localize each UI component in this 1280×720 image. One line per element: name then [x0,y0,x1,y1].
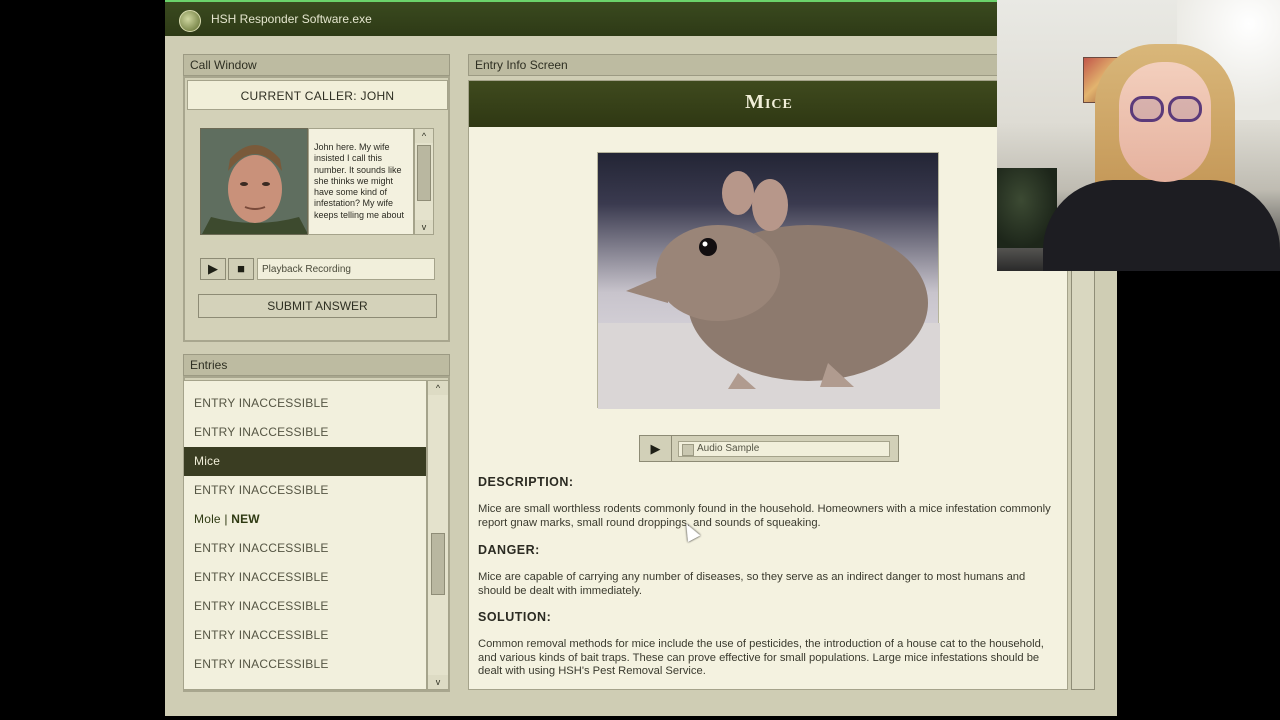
scroll-up-button[interactable]: ^ [415,129,433,143]
list-item[interactable]: ENTRY INACCESSIBLE [184,621,426,650]
new-badge: NEW [231,512,260,526]
list-item[interactable]: ENTRY INACCESSIBLE [184,418,426,447]
window-title: HSH Responder Software.exe [211,12,372,26]
transcript-scroll-thumb[interactable] [417,145,431,201]
list-item[interactable]: ENTRY INACCESSIBLE [184,563,426,592]
entries-list: ENTRY INACCESSIBLE ENTRY INACCESSIBLE Mi… [183,380,427,690]
solution-heading: SOLUTION: [478,610,552,624]
webcam-overlay [997,0,1280,271]
entry-image [597,152,940,409]
mouse-photo [598,171,940,409]
stop-recording-button[interactable]: ■ [228,258,254,280]
entry-info-panel: Mice ▶ Audio Sample DESCRIPTION: Mice ar… [468,80,1068,690]
play-recording-button[interactable]: ▶ [200,258,226,280]
desktop-screen: HSH Responder Software.exe Call Window C… [165,0,1117,716]
list-item[interactable]: ENTRY INACCESSIBLE [184,592,426,621]
call-window-header: Call Window [183,54,450,76]
audio-play-button[interactable]: ▶ [640,436,672,461]
entries-scrollbar[interactable]: ^ v [427,380,449,690]
submit-answer-button[interactable]: SUBMIT ANSWER [198,294,437,318]
entry-label: Mole | [194,512,232,526]
list-item[interactable]: ENTRY INACCESSIBLE [184,650,426,679]
audio-sample-field[interactable]: Audio Sample [678,441,890,457]
entry-title: Mice [745,91,793,113]
solution-text: Common removal methods for mice include … [478,638,1044,677]
caller-portrait-image [201,129,307,234]
list-item[interactable]: ENTRY INACCESSIBLE [184,534,426,563]
current-caller-label: CURRENT CALLER: JOHN [187,80,448,110]
playback-recording-field[interactable]: Playback Recording [257,258,435,280]
description-heading: DESCRIPTION: [478,475,574,489]
danger-heading: DANGER: [478,543,540,557]
webcam-glasses-icon [1168,96,1202,122]
scroll-down-button[interactable]: v [428,675,448,689]
scroll-up-button[interactable]: ^ [428,381,448,395]
stop-icon: ■ [237,261,245,276]
entry-title-bar: Mice [469,81,1067,127]
danger-text: Mice are capable of carrying any number … [478,571,1026,597]
entry-info-scrollbar[interactable] [1071,270,1095,690]
play-icon: ▶ [208,261,218,276]
play-icon: ▶ [650,441,661,456]
list-item[interactable]: ENTRY INACCESSIBLE [184,389,426,418]
webcam-person-face [1119,62,1211,182]
description-text: Mice are small worthless rodents commonl… [478,503,1051,529]
webcam-person-shirt [1043,180,1280,271]
transcript-scrollbar[interactable]: ^ v [414,128,434,235]
list-item-new[interactable]: Mole | NEW [184,505,426,534]
app-logo-icon [179,10,201,32]
entries-header: Entries [183,354,450,376]
entry-info-header: Entry Info Screen [468,54,1028,76]
webcam-glasses-icon [1130,96,1164,122]
window-titlebar[interactable]: HSH Responder Software.exe [165,0,997,36]
entries-scroll-thumb[interactable] [431,533,445,595]
caller-portrait [200,128,308,235]
audio-sample-player[interactable]: ▶ Audio Sample [639,435,899,462]
list-item-selected[interactable]: Mice [184,447,426,476]
scroll-down-button[interactable]: v [415,220,433,234]
caller-transcript[interactable]: John here. My wife insisted I call this … [308,128,414,235]
list-item[interactable]: ENTRY INACCESSIBLE [184,476,426,505]
